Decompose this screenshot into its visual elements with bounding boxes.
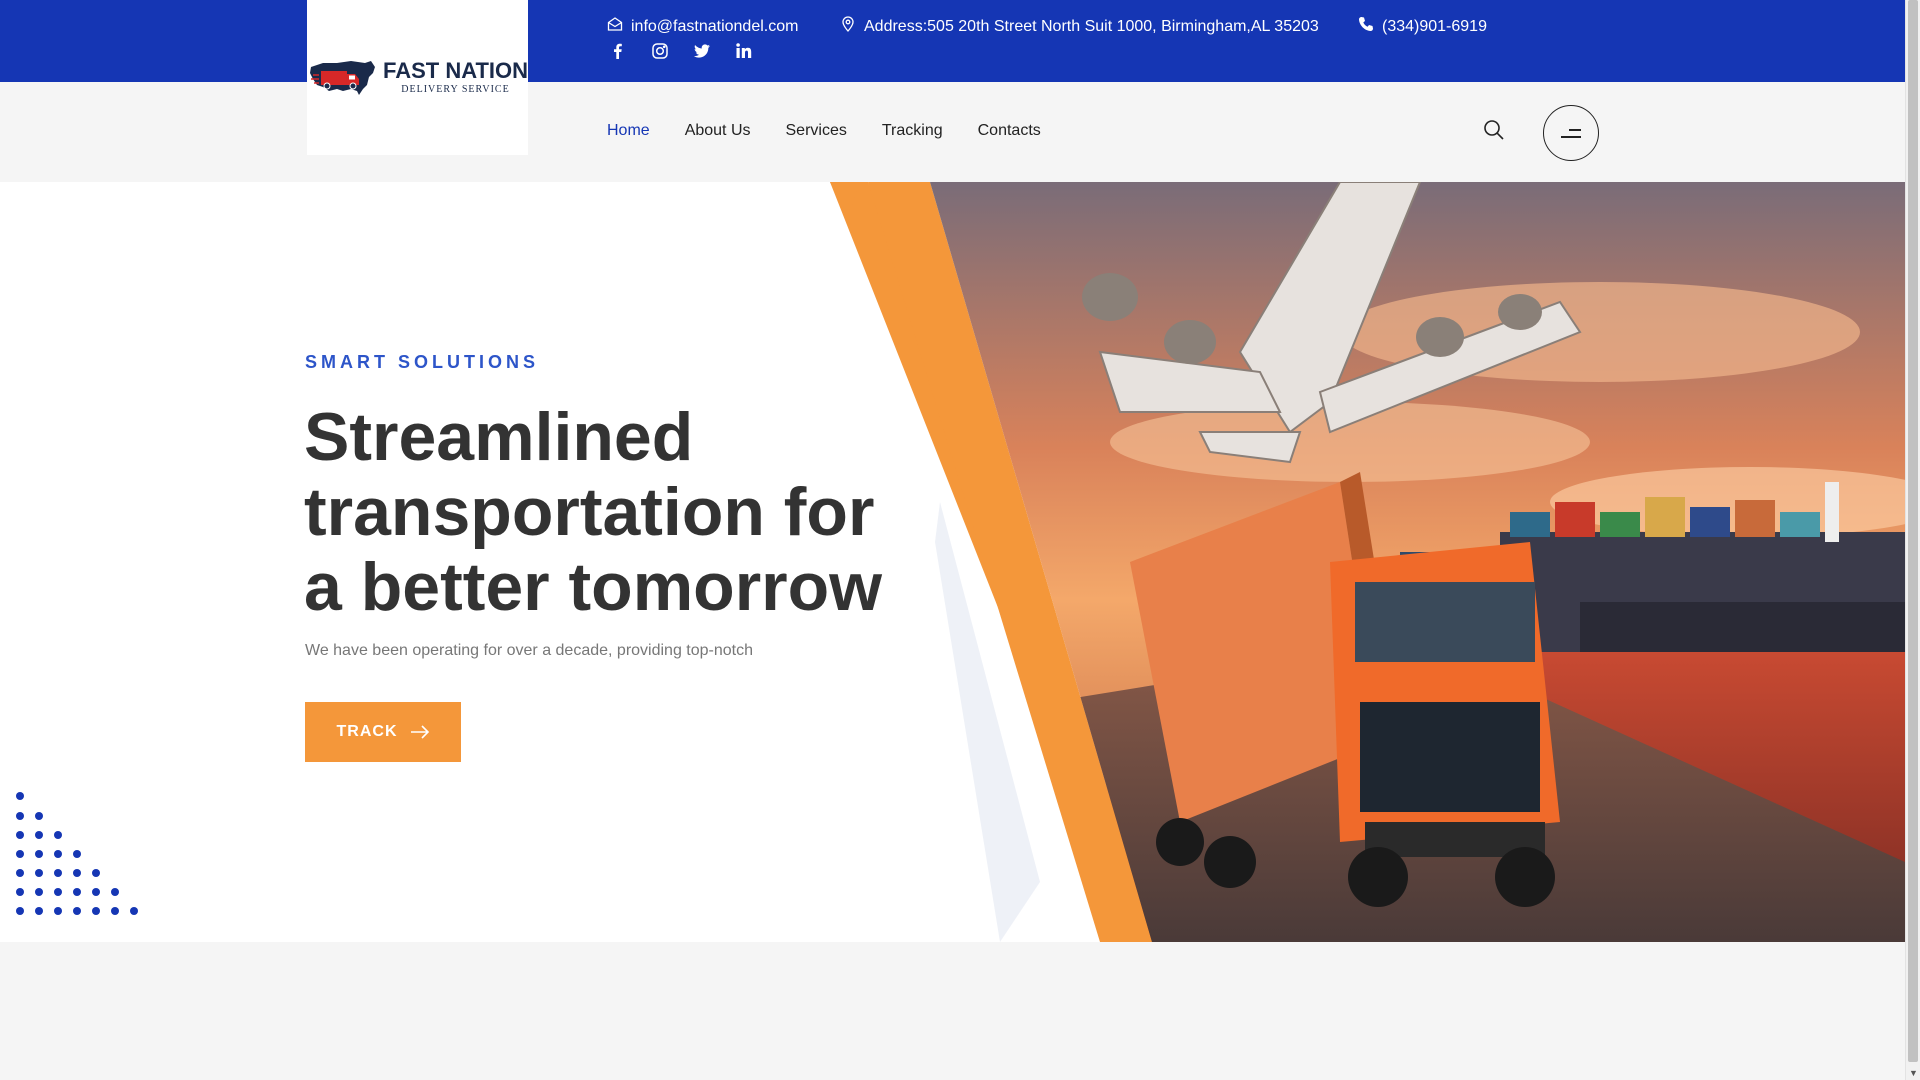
nav-item-home[interactable]: Home [607, 122, 650, 140]
page: info@fastnationdel.com Address:505 20th … [0, 0, 1905, 1080]
menu-line-bottom [1561, 135, 1581, 138]
top-contact-bar: info@fastnationdel.com Address:505 20th … [0, 0, 1905, 82]
instagram-icon[interactable] [650, 42, 670, 60]
address-text: Address:505 20th Street North Suit 1000,… [864, 17, 1319, 35]
nav-item-services[interactable]: Services [786, 122, 847, 140]
usa-truck-logo-icon [309, 60, 375, 95]
email-text[interactable]: info@fastnationdel.com [631, 18, 798, 36]
twitter-icon[interactable] [692, 42, 712, 60]
hero-illustration [830, 182, 1905, 942]
menu-line-top [1569, 128, 1581, 131]
hero-lead-text: We have been operating for over a decade… [305, 642, 753, 659]
hero-eyebrow: SMART SOLUTIONS [305, 352, 539, 372]
search-icon[interactable] [1482, 118, 1506, 142]
social-links [608, 42, 754, 60]
track-button[interactable]: TRACK [305, 702, 461, 762]
hamburger-menu-button[interactable] [1543, 105, 1599, 161]
decorative-dots [16, 792, 138, 915]
hero-headline-line-3: a better tomorrow [304, 549, 883, 625]
scrollbar-thumb[interactable] [1908, 0, 1918, 1062]
phone-contact[interactable]: (334)901-6919 [1358, 16, 1487, 37]
address-contact: Address:505 20th Street North Suit 1000,… [840, 16, 1319, 37]
nav-item-contacts[interactable]: Contacts [978, 122, 1041, 140]
arrow-right-icon [410, 725, 429, 739]
hero-headline-line-1: Streamlined [304, 399, 694, 475]
facebook-icon[interactable] [608, 42, 628, 60]
track-button-label: TRACK [336, 723, 398, 740]
linkedin-icon[interactable] [734, 42, 754, 60]
logo-tagline: DELIVERY SERVICE [401, 84, 510, 95]
logo-brand: FAST NATION DELIVERY SERVICE [307, 55, 528, 101]
email-contact[interactable]: info@fastnationdel.com [607, 16, 798, 37]
main-nav: Home About Us Services Tracking Contacts [607, 122, 1041, 140]
phone-icon [1358, 16, 1374, 37]
scroll-down-arrow-icon[interactable]: ▼ [1909, 1068, 1918, 1078]
phone-text[interactable]: (334)901-6919 [1382, 18, 1487, 36]
nav-item-about-us[interactable]: About Us [685, 122, 751, 140]
envelope-icon [607, 16, 623, 37]
logo-name: FAST NATION [382, 58, 529, 83]
map-pin-icon [840, 16, 856, 37]
site-logo[interactable]: FAST NATION DELIVERY SERVICE [307, 0, 528, 155]
hero-headline: Streamlined transportation for a better … [304, 400, 924, 625]
hero-section: SMART SOLUTIONS Streamlined transportati… [0, 182, 1905, 942]
hero-headline-line-2: transportation for [304, 474, 875, 550]
nav-item-tracking[interactable]: Tracking [882, 122, 943, 140]
main-navbar: Home About Us Services Tracking Contacts [0, 82, 1905, 182]
page-scrollbar[interactable]: ▼ [1905, 0, 1920, 1080]
logo-text: FAST NATION DELIVERY SERVICE [382, 58, 529, 96]
